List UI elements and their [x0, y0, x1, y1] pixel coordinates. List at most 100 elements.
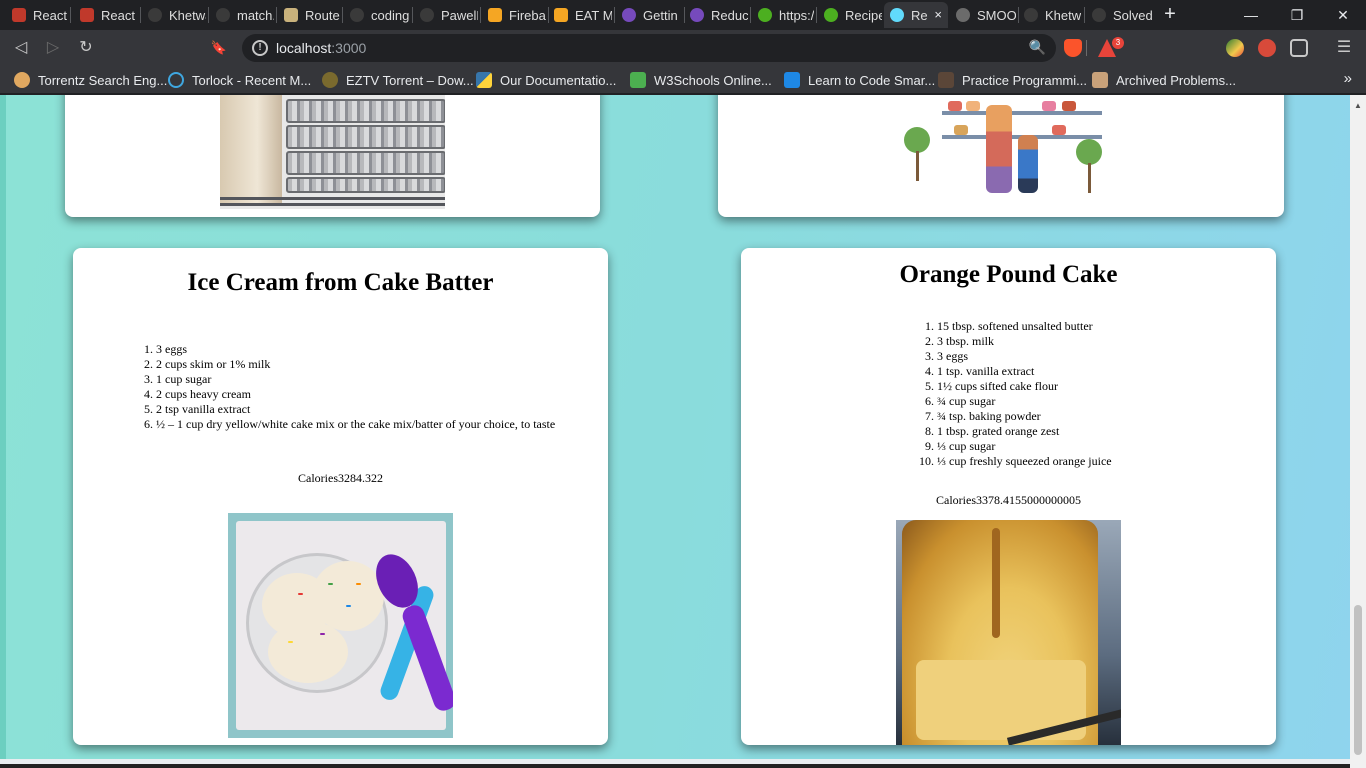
tab-title: Reduc	[711, 7, 748, 23]
browser-tab[interactable]: Fireba	[482, 2, 546, 28]
react-icon	[12, 8, 26, 22]
tab-separator	[750, 7, 751, 23]
brave-shields-icon[interactable]	[1064, 39, 1082, 57]
zoom-icon[interactable]: 🔍	[1029, 39, 1046, 56]
tab-title: Solved	[1113, 7, 1152, 23]
bookmarks-overflow-button[interactable]: »	[1344, 70, 1352, 87]
bookmark-item[interactable]: Practice Programmi...	[938, 71, 1087, 89]
tab-title: PawelP	[441, 7, 478, 23]
bookmark-item[interactable]: Learn to Code Smar...	[784, 71, 935, 89]
browser-tab[interactable]: match.	[210, 2, 274, 28]
scroll-up-arrow-icon[interactable]: ▲	[1354, 101, 1362, 110]
reload-button[interactable]: ↻	[73, 35, 99, 61]
page-viewport: Ice Cream from Cake Batter 3 eggs 2 cups…	[0, 95, 1366, 768]
rewards-badge: 3	[1112, 37, 1124, 49]
react-icon	[890, 8, 904, 22]
browser-tab[interactable]: React F	[74, 2, 138, 28]
browser-tab[interactable]: React F	[6, 2, 68, 28]
recipe-card	[718, 95, 1284, 217]
ingredient-item: 3 eggs	[156, 342, 596, 357]
extension-icon[interactable]	[1226, 39, 1244, 57]
image-detail	[1088, 163, 1091, 193]
image-detail	[986, 105, 1012, 193]
browser-tab-active[interactable]: Re ×	[884, 2, 948, 28]
image-detail	[942, 111, 1102, 115]
menu-icon[interactable]: ☰	[1331, 35, 1357, 61]
restore-button[interactable]: ❐	[1274, 0, 1320, 30]
back-button[interactable]: ◁	[8, 35, 34, 61]
close-tab-icon[interactable]: ×	[934, 7, 942, 22]
ingredient-item: ¾ tsp. baking powder	[937, 409, 1267, 424]
w3schools-icon	[630, 72, 646, 88]
tab-title: Route	[305, 7, 340, 23]
browser-tab[interactable]: coding	[344, 2, 410, 28]
image-detail	[1018, 135, 1038, 193]
browser-tab[interactable]: Solved	[1086, 2, 1152, 28]
tab-strip: React F React F Khetwa match. Route codi…	[0, 0, 1366, 30]
browser-tab[interactable]: Recipe	[818, 2, 882, 28]
forward-button[interactable]: ▷	[40, 35, 66, 61]
tab-title: Re	[911, 7, 928, 23]
bookmark-label: Archived Problems...	[1116, 72, 1236, 88]
browser-tab[interactable]: SMOO	[950, 2, 1016, 28]
image-detail	[1042, 101, 1056, 111]
bookmark-item[interactable]: W3Schools Online...	[630, 71, 772, 89]
browser-tab[interactable]: Route	[278, 2, 340, 28]
browser-tab[interactable]: Gettin	[616, 2, 682, 28]
scrollbar-thumb[interactable]	[1354, 605, 1362, 755]
image-detail	[1076, 139, 1102, 165]
image-detail	[220, 95, 282, 205]
address-bar[interactable]: ! localhost:3000 🔍	[242, 34, 1056, 62]
bookmark-label: EZTV Torrent – Dow...	[346, 72, 474, 88]
tab-separator	[480, 7, 481, 23]
bookmark-item[interactable]: Our Documentatio...	[476, 71, 616, 89]
bookmark-item[interactable]: Archived Problems...	[1092, 71, 1236, 89]
close-window-button[interactable]: ✕	[1320, 0, 1366, 30]
bookmark-item[interactable]: Torlock - Recent M...	[168, 71, 311, 89]
recipe-card-orange-pound-cake: Orange Pound Cake 15 tbsp. softened unsa…	[741, 248, 1276, 745]
ingredient-item: 2 cups skim or 1% milk	[156, 357, 596, 372]
new-tab-button[interactable]: +	[1159, 3, 1181, 25]
python-icon	[476, 72, 492, 88]
tab-title: coding	[371, 7, 410, 23]
ingredient-item: ⅓ cup sugar	[937, 439, 1267, 454]
edamam-icon	[758, 8, 772, 22]
bookmark-label: Learn to Code Smar...	[808, 72, 936, 88]
redux-icon	[690, 8, 704, 22]
image-detail	[346, 605, 351, 607]
tab-title: Gettin	[643, 7, 678, 23]
codechef-icon	[938, 72, 954, 88]
image-detail	[948, 101, 962, 111]
bookmark-icon[interactable]: 🔖	[206, 35, 232, 61]
browser-tab[interactable]: Khetwa	[142, 2, 206, 28]
calories-label: Calories	[298, 471, 338, 485]
tab-separator	[342, 7, 343, 23]
minimize-button[interactable]: —	[1228, 0, 1274, 30]
image-detail	[220, 203, 445, 206]
recipe-title: Ice Cream from Cake Batter	[187, 269, 494, 296]
browser-tab[interactable]: Reduc	[684, 2, 748, 28]
image-detail	[286, 125, 445, 149]
bookmark-label: Torrentz Search Eng...	[38, 72, 168, 88]
extension-icon[interactable]	[1258, 39, 1276, 57]
browser-tab[interactable]: EAT M	[548, 2, 612, 28]
image-detail	[288, 641, 293, 643]
calories-text: Calories3284.322	[73, 471, 608, 486]
browser-tab[interactable]: PawelP	[414, 2, 478, 28]
bookmark-item[interactable]: Torrentz Search Eng...	[14, 71, 167, 89]
image-detail	[320, 633, 325, 635]
ingredient-item: 1 tbsp. grated orange zest	[937, 424, 1267, 439]
ingredients-list: 15 tbsp. softened unsalted butter 3 tbsp…	[937, 319, 1267, 469]
extension-icon[interactable]	[1290, 39, 1308, 57]
image-detail	[312, 561, 384, 631]
browser-tab[interactable]: Khetw	[1018, 2, 1082, 28]
recipe-image	[902, 95, 1102, 194]
ingredient-item: 3 tbsp. milk	[937, 334, 1267, 349]
bookmark-item[interactable]: EZTV Torrent – Dow...	[322, 71, 474, 89]
site-info-icon[interactable]: !	[252, 40, 268, 56]
redux-icon	[622, 8, 636, 22]
github-icon	[1024, 8, 1038, 22]
browser-tab[interactable]: https:/	[752, 2, 814, 28]
vertical-scrollbar[interactable]: ▲	[1350, 95, 1366, 768]
url-text[interactable]: localhost:3000	[276, 40, 366, 56]
